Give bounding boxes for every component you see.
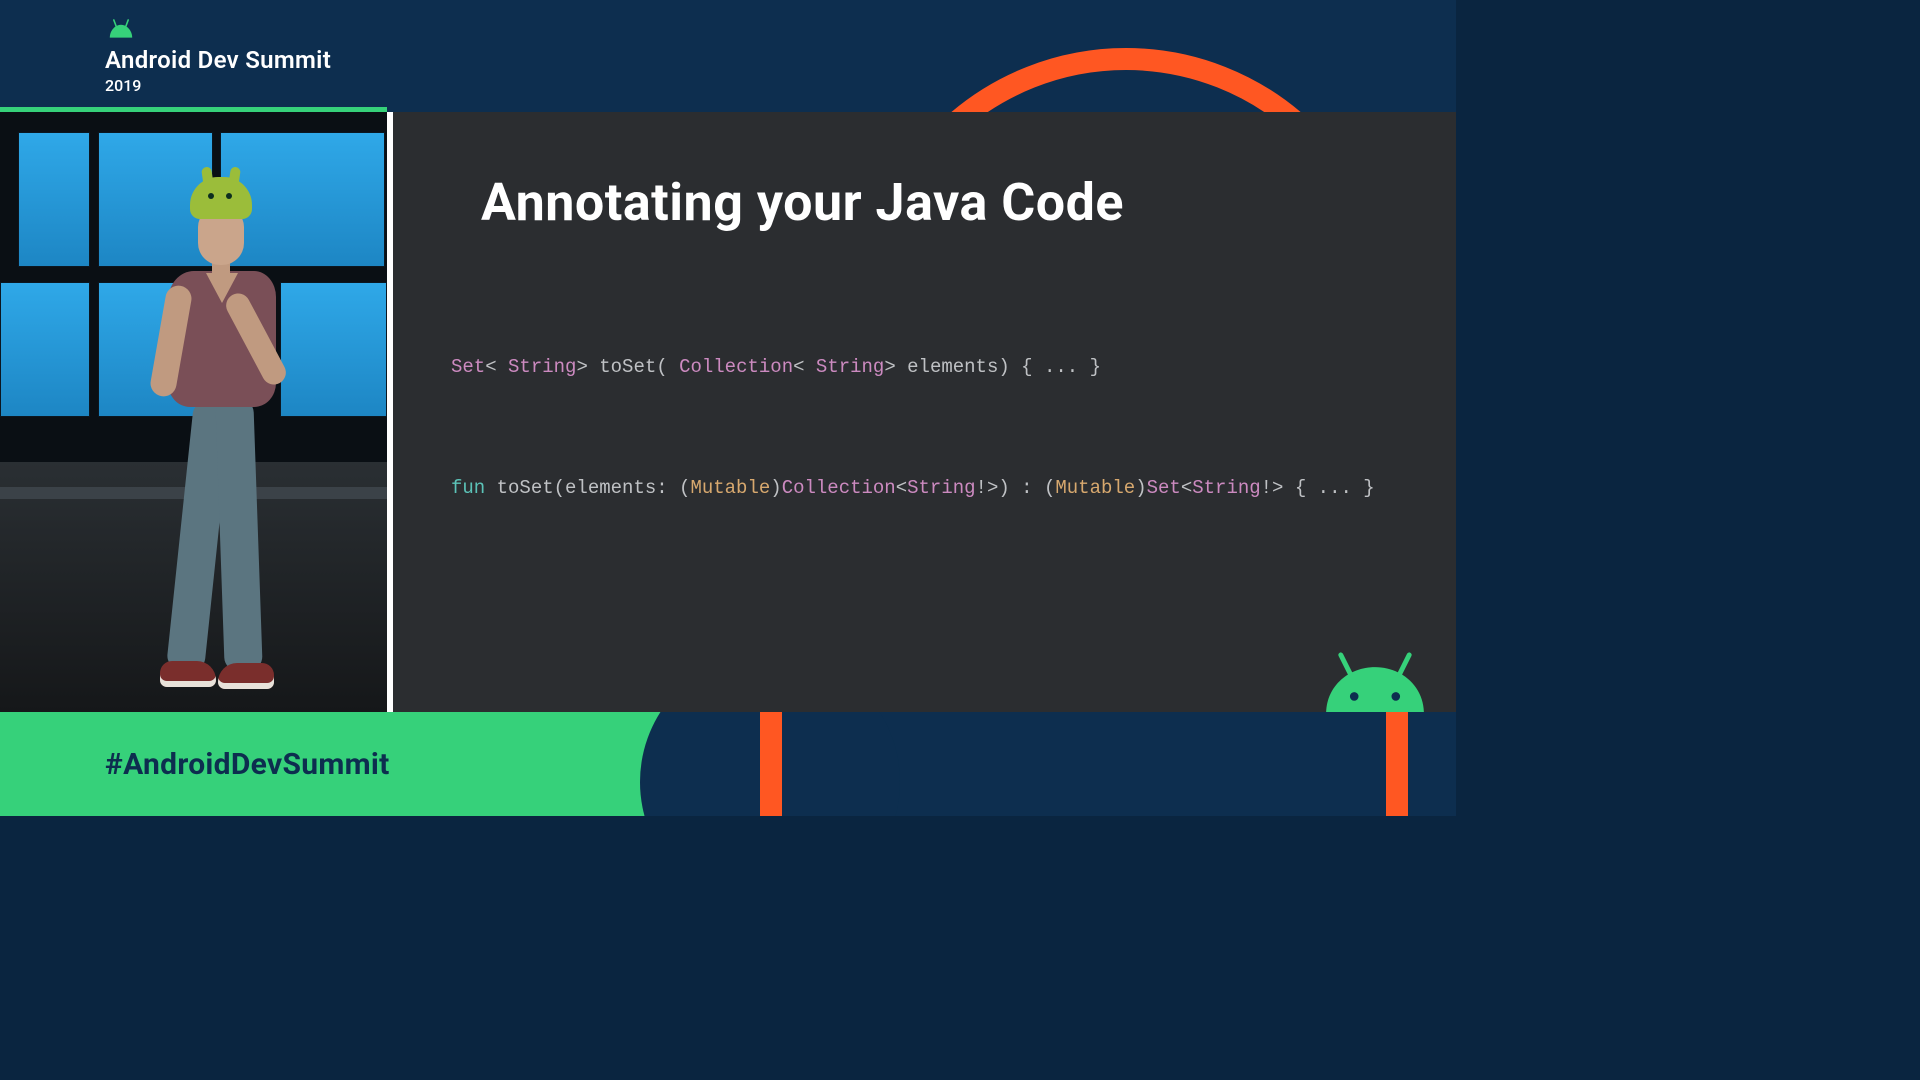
decorative-arc: [856, 48, 1396, 112]
event-logo: Android Dev Summit 2019: [105, 18, 331, 95]
main-content: Annotating your Java Code Set< String> t…: [0, 112, 1456, 712]
android-head-icon: [105, 18, 137, 38]
event-year: 2019: [105, 76, 331, 95]
footer-bar: #AndroidDevSummit: [0, 712, 1456, 816]
kotlin-code-block: fun toSet(elements: (Mutable)Collection<…: [451, 474, 1408, 503]
java-code-block: Set< String> toSet( Collection< String> …: [451, 353, 1408, 382]
event-hashtag: #AndroidDevSummit: [105, 747, 390, 782]
decorative-stripe: [1386, 712, 1408, 816]
android-head-icon: [1320, 652, 1430, 712]
speaker-video: [0, 112, 387, 712]
slide-title: Annotating your Java Code: [481, 172, 1408, 233]
footer-green-slab: #AndroidDevSummit: [0, 712, 760, 816]
header-bar: Android Dev Summit 2019: [0, 0, 1456, 112]
speaker-figure: [120, 177, 285, 697]
presentation-slide: Annotating your Java Code Set< String> t…: [387, 112, 1456, 712]
event-title: Android Dev Summit: [105, 46, 331, 74]
decorative-stripe: [760, 712, 782, 816]
